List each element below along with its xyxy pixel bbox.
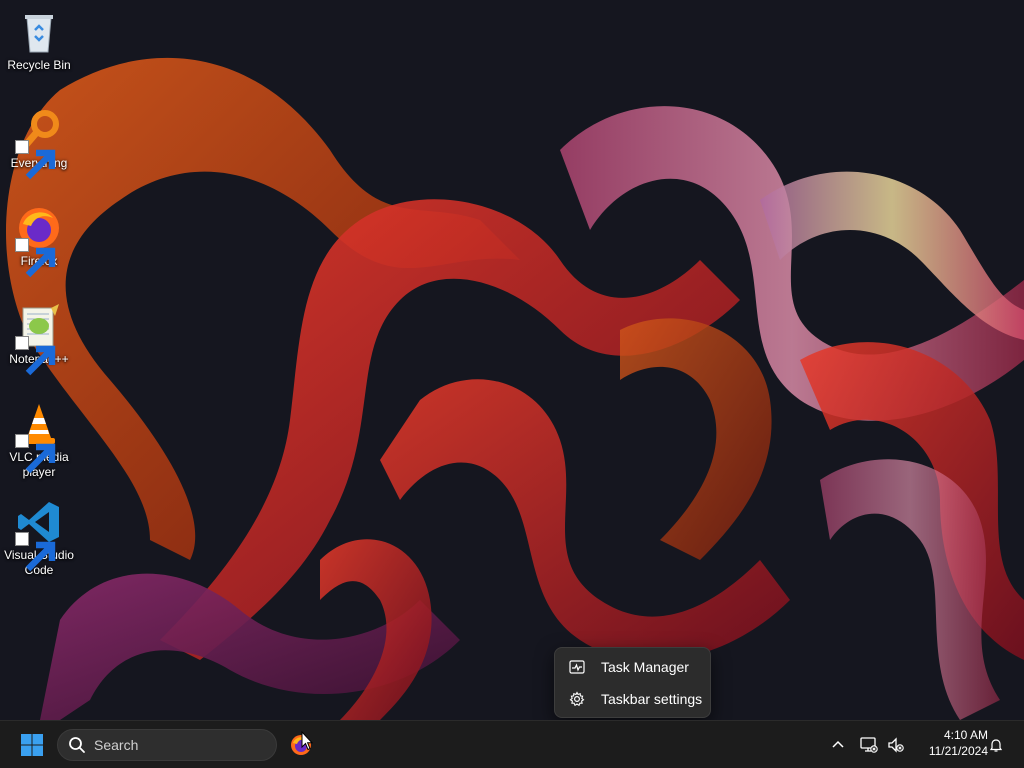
notifications-button[interactable] xyxy=(984,733,1008,757)
speaker-muted-icon xyxy=(888,737,904,753)
volume-button[interactable] xyxy=(884,733,908,757)
firefox-icon xyxy=(15,204,63,278)
network-status-button[interactable] xyxy=(857,733,881,757)
desktop-icon-notepad-plus-plus[interactable]: Notepad++ xyxy=(0,302,78,376)
desktop-icon-vscode[interactable]: Visual Studio Code xyxy=(0,498,78,578)
menu-item-label: Taskbar settings xyxy=(601,691,703,707)
desktop-icon-firefox[interactable]: Firefox xyxy=(0,204,78,278)
shortcut-arrow-icon xyxy=(15,532,56,572)
bell-icon xyxy=(989,739,1003,752)
desktop-wallpaper xyxy=(0,0,1024,720)
clock-time: 4:10 AM xyxy=(943,728,988,742)
gear-icon xyxy=(569,691,585,707)
taskbar-context-menu: Task Manager Taskbar settings xyxy=(554,647,711,718)
shortcut-arrow-icon xyxy=(15,238,56,278)
network-disconnected-icon xyxy=(860,737,878,753)
taskbar-clock[interactable]: 4:10 AM 11/21/2024 xyxy=(912,727,988,759)
menu-item-taskbar-settings[interactable]: Taskbar settings xyxy=(559,683,706,715)
mouse-cursor-icon xyxy=(301,731,313,751)
vscode-icon xyxy=(15,498,63,572)
notepad-plus-plus-icon xyxy=(15,302,63,376)
everything-search-icon xyxy=(15,106,63,180)
taskbar: Search 4:10 AM 11/21/2024 xyxy=(0,720,1024,768)
windows-logo-icon xyxy=(21,734,43,756)
vlc-cone-icon xyxy=(15,400,63,474)
desktop-icon-vlc[interactable]: VLC media player xyxy=(0,400,78,480)
search-label: Search xyxy=(94,737,139,753)
chevron-up-icon xyxy=(832,740,844,748)
start-button[interactable] xyxy=(14,729,50,761)
menu-item-task-manager[interactable]: Task Manager xyxy=(559,651,706,683)
shortcut-arrow-icon xyxy=(15,336,56,376)
desktop-icon-label: Recycle Bin xyxy=(7,58,71,72)
desktop-icon-recycle-bin[interactable]: Recycle Bin xyxy=(0,8,78,73)
recycle-bin-icon xyxy=(15,8,63,56)
show-hidden-icons-button[interactable] xyxy=(826,733,850,757)
menu-item-label: Task Manager xyxy=(601,659,689,675)
shortcut-arrow-icon xyxy=(15,434,56,474)
shortcut-arrow-icon xyxy=(15,140,56,180)
desktop-icon-everything[interactable]: Everything xyxy=(0,106,78,180)
clock-date: 11/21/2024 xyxy=(928,744,988,758)
taskbar-search-box[interactable]: Search xyxy=(57,729,277,761)
search-icon xyxy=(69,737,85,753)
task-manager-icon xyxy=(569,659,585,675)
